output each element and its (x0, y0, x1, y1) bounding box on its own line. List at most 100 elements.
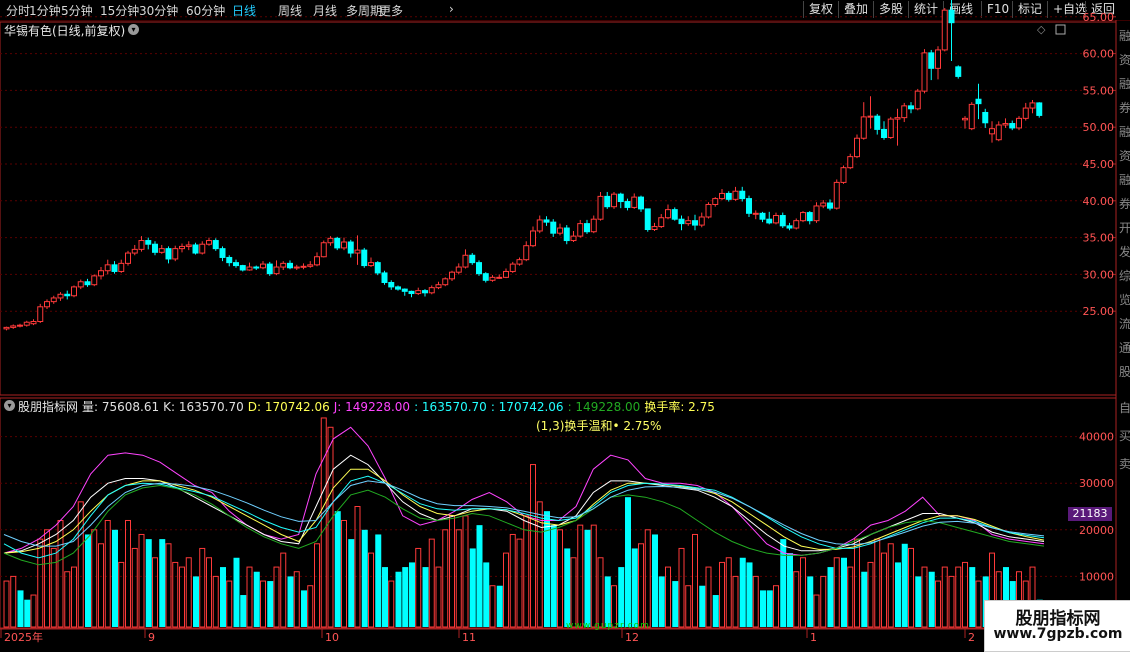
candle-body (3, 326, 10, 330)
side-tab-char: 通 (1119, 341, 1130, 355)
volume-bar (604, 576, 611, 627)
volume-bar (544, 511, 550, 627)
candle-body (44, 301, 50, 308)
candle-body (570, 235, 577, 242)
candle-body (111, 264, 118, 272)
volume-bar (807, 576, 814, 627)
candle-body (17, 324, 23, 327)
indicator-value-6: : 149228.00 (567, 400, 641, 414)
volume-bar (138, 533, 145, 628)
candle-body (874, 115, 881, 130)
side-tab-char: 股 (1119, 365, 1130, 379)
candle-body (982, 111, 989, 124)
candle-body (98, 270, 104, 277)
candle-body (881, 128, 887, 139)
volume-bar (428, 538, 435, 628)
side-tab-char: 融 (1119, 29, 1130, 43)
volume-bar (739, 557, 746, 627)
kline-chart: 65.00 60.00 55.00 50.00 45.00 40.00 35.00 30.00… (0, 0, 1130, 650)
candle-body (354, 249, 361, 254)
candle-body (246, 266, 253, 271)
candle-body (165, 248, 172, 260)
candle-body (921, 52, 928, 92)
volume-bar (861, 571, 868, 627)
volume-bar (131, 547, 138, 628)
volume-bar (348, 539, 355, 627)
volume-bar (719, 561, 725, 628)
candle-body (577, 223, 584, 237)
volume-bar (354, 506, 361, 628)
volume-bar (125, 519, 131, 628)
panel-toggle-icon (1055, 24, 1066, 35)
candle-body (1022, 107, 1029, 119)
candle-body (604, 195, 611, 208)
volume-bar (172, 561, 179, 628)
volume-bar (760, 590, 766, 627)
volume-tick-label: 20000 (1079, 524, 1114, 537)
candle-body (253, 266, 260, 269)
volume-bar (442, 529, 449, 628)
indicator-value-2: D: 170742.06 (247, 400, 330, 414)
candle-body (192, 244, 199, 254)
candle-body (185, 244, 192, 247)
candle-body (840, 167, 847, 183)
volume-bar (975, 580, 982, 628)
candle-body (597, 195, 604, 220)
volume-bar (550, 525, 557, 627)
candle-body (1029, 102, 1036, 109)
candle-body (806, 212, 813, 222)
candle-body (894, 117, 901, 120)
candle-body (476, 262, 482, 275)
candle-body (786, 225, 793, 229)
volume-tick-label: 40000 (1079, 431, 1114, 444)
volume-bar (644, 529, 651, 628)
volume-bar (185, 557, 192, 628)
candle-body (347, 241, 354, 254)
volume-bar (212, 575, 219, 628)
candle-body (179, 245, 185, 250)
candle-body (941, 9, 948, 51)
candle-body (300, 265, 307, 268)
candle-body (833, 181, 840, 209)
indicator-dropdown-icon[interactable]: ▾ (4, 400, 15, 411)
candle-body (341, 241, 347, 249)
candle-body (617, 193, 624, 203)
volume-bar (280, 552, 287, 628)
volume-bar (253, 571, 260, 627)
volume-bar (712, 595, 719, 627)
price-tick-label: 55.00 (1083, 84, 1115, 97)
volume-bar (159, 539, 166, 627)
candle-body (138, 240, 145, 250)
volume-bar (24, 599, 31, 627)
candle-body (91, 275, 98, 286)
volume-bar (625, 497, 631, 627)
side-tab-char: 自 (1119, 401, 1130, 415)
volume-bar (422, 567, 429, 627)
price-tick-label: 35.00 (1083, 232, 1115, 245)
volume-bar (152, 557, 158, 628)
candle-body (10, 325, 17, 328)
candle-body (314, 256, 320, 266)
volume-bar (334, 511, 341, 627)
candle-body (280, 262, 287, 268)
candle-body (901, 105, 908, 119)
candle-body (887, 118, 894, 139)
volume-bar (618, 567, 625, 627)
volume-bar (813, 594, 820, 628)
volume-bar (327, 426, 334, 628)
candle-body (442, 278, 449, 286)
volume-bar (267, 581, 274, 627)
candle-body (395, 286, 401, 290)
candle-body (732, 190, 739, 200)
volume-bar (199, 547, 206, 628)
candle-body (1002, 123, 1009, 126)
volume-bar (455, 529, 462, 628)
current-volume-badge: 21183 (1068, 507, 1112, 521)
volume-bar (631, 548, 638, 627)
volume-bar (800, 557, 806, 628)
price-tick-label: 30.00 (1083, 268, 1115, 281)
candle-body (388, 281, 395, 288)
candle-body (287, 262, 293, 269)
candle-body (226, 256, 233, 264)
candle-body (962, 117, 968, 121)
